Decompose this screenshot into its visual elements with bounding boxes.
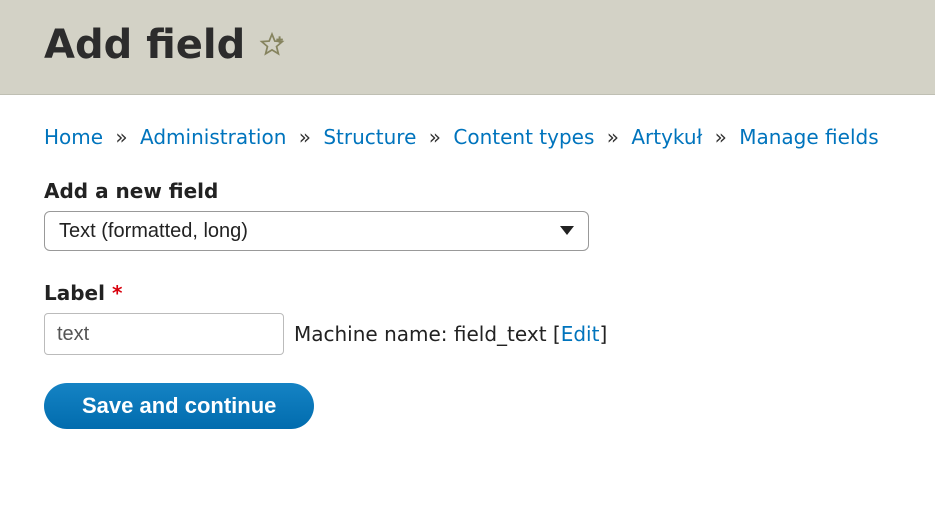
label-row: Machine name: field_text [Edit] (44, 313, 891, 355)
breadcrumb-separator: » (115, 125, 127, 149)
field-type-select[interactable]: Text (formatted, long) (44, 211, 589, 251)
breadcrumb-link-administration[interactable]: Administration (140, 125, 286, 149)
breadcrumb-link-home[interactable]: Home (44, 125, 103, 149)
breadcrumb-separator: » (715, 125, 727, 149)
star-add-icon[interactable] (259, 32, 285, 58)
machine-name-display: Machine name: field_text [Edit] (294, 322, 607, 346)
breadcrumb-separator: » (299, 125, 311, 149)
breadcrumb-link-structure[interactable]: Structure (323, 125, 416, 149)
machine-name-bracket-close: ] (599, 322, 607, 346)
save-and-continue-button[interactable]: Save and continue (44, 383, 314, 429)
field-type-select-wrap: Text (formatted, long) (44, 211, 589, 251)
label-field-label-text: Label (44, 281, 105, 305)
breadcrumb-link-manage-fields[interactable]: Manage fields (739, 125, 878, 149)
label-field-label: Label * (44, 281, 891, 305)
breadcrumb-link-artykul[interactable]: Artykuł (631, 125, 702, 149)
label-input[interactable] (44, 313, 284, 355)
page-title-text: Add field (44, 22, 245, 68)
page-title: Add field (44, 22, 891, 68)
breadcrumb-separator: » (607, 125, 619, 149)
page-content: Home » Administration » Structure » Cont… (0, 95, 935, 459)
required-marker: * (112, 281, 122, 305)
machine-name-prefix: Machine name: (294, 322, 454, 346)
page-header: Add field (0, 0, 935, 95)
machine-name-edit-link[interactable]: Edit (561, 322, 600, 346)
breadcrumb-link-content-types[interactable]: Content types (453, 125, 594, 149)
breadcrumb: Home » Administration » Structure » Cont… (44, 125, 891, 149)
field-type-label: Add a new field (44, 179, 891, 203)
machine-name-bracket-open: [ (553, 322, 561, 346)
breadcrumb-separator: » (429, 125, 441, 149)
machine-name-value: field_text (454, 322, 547, 346)
